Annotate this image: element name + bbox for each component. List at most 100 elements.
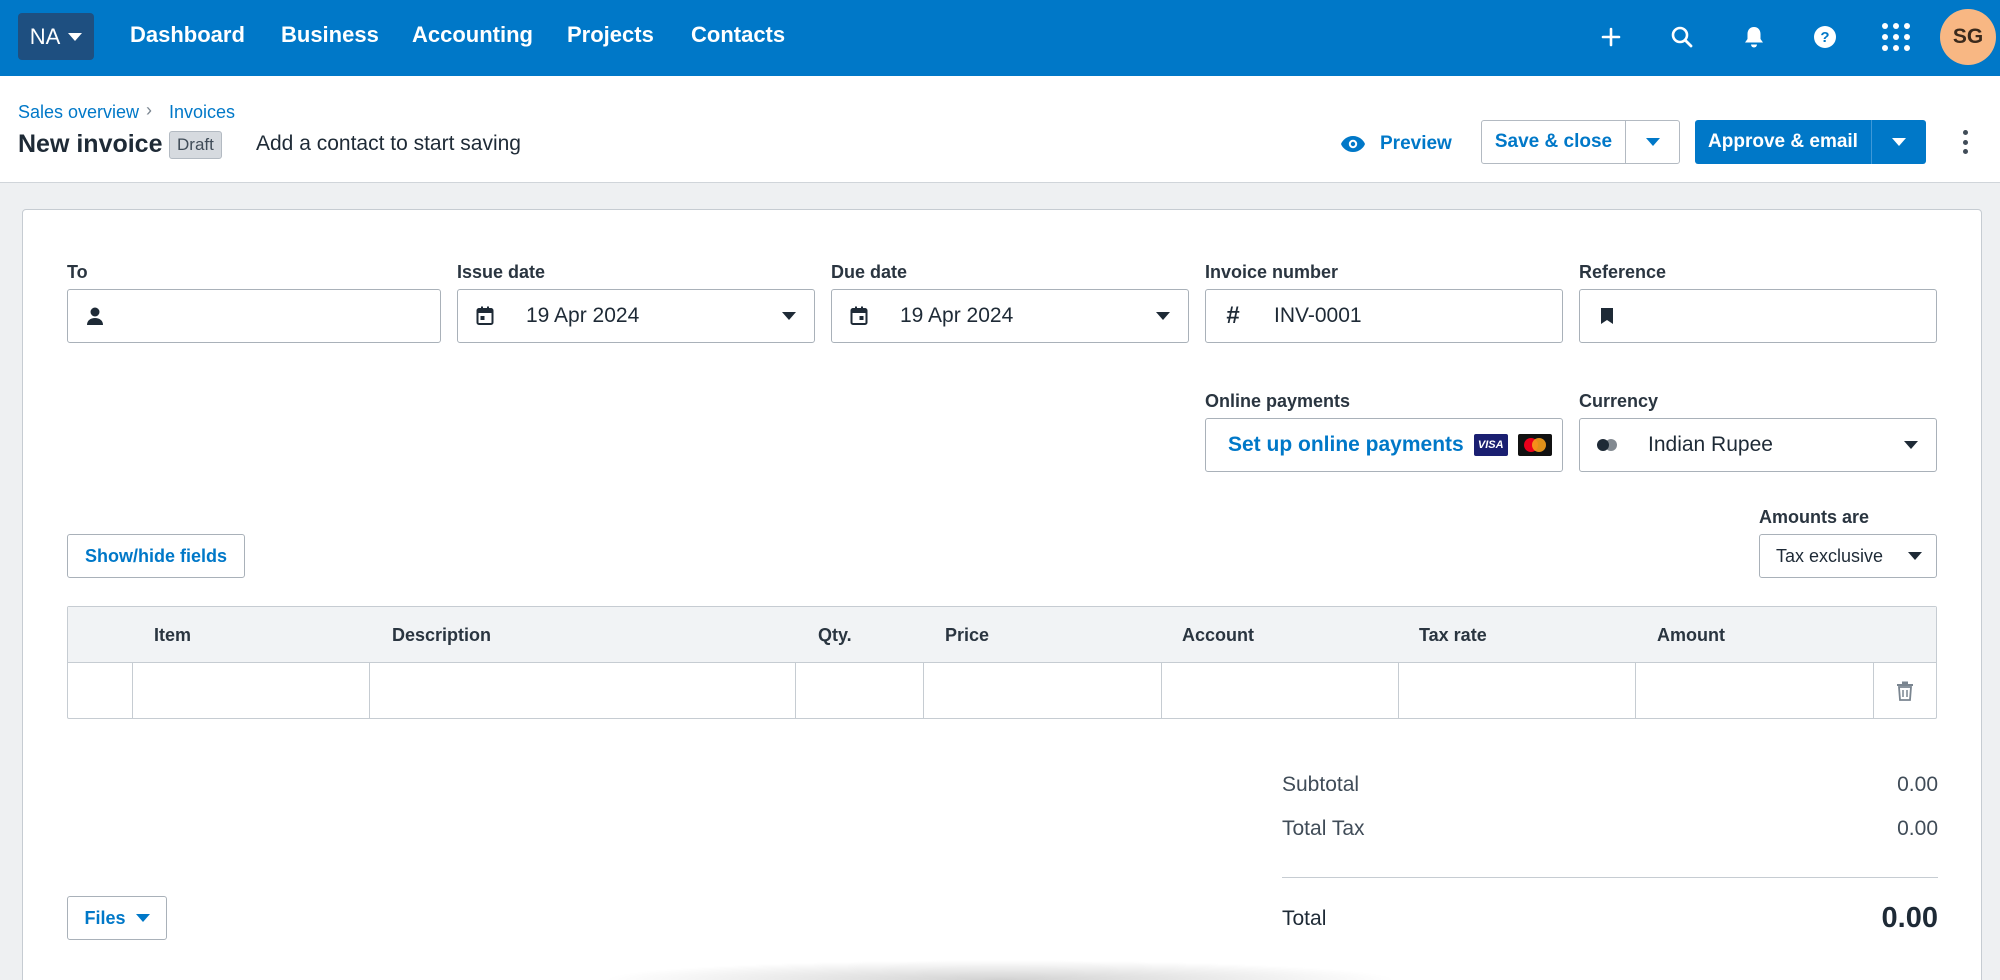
description-cell[interactable] xyxy=(370,663,796,719)
approve-options-dropdown[interactable] xyxy=(1872,120,1926,164)
total-value: 0.00 xyxy=(1881,902,1938,934)
status-badge: Draft xyxy=(169,131,222,159)
subtotal-value: 0.00 xyxy=(1897,773,1938,796)
table-header: Item Description Qty. Price Account Tax … xyxy=(68,607,1936,663)
eye-icon xyxy=(1341,136,1365,152)
invoice-number-value: INV-0001 xyxy=(1274,304,1362,327)
user-avatar[interactable]: SG xyxy=(1940,9,1996,65)
amount-cell[interactable] xyxy=(1636,663,1874,719)
page-header: Sales overview › Invoices New invoice Dr… xyxy=(0,76,2000,183)
currency-label: Currency xyxy=(1579,391,1659,411)
plus-icon[interactable] xyxy=(1594,20,1628,54)
hash-icon: # xyxy=(1226,302,1240,329)
save-close-button[interactable]: Save & close xyxy=(1482,121,1626,163)
currency-select[interactable]: Indian Rupee xyxy=(1579,418,1937,472)
column-qty: Qty. xyxy=(818,625,852,645)
online-payments-label: Online payments xyxy=(1205,391,1351,411)
total-tax-value: 0.00 xyxy=(1897,817,1938,840)
trash-icon[interactable] xyxy=(1874,663,1936,719)
svg-text:?: ? xyxy=(1820,29,1829,46)
preview-label: Preview xyxy=(1380,133,1452,154)
total-tax-label: Total Tax xyxy=(1282,817,1365,840)
item-cell[interactable] xyxy=(133,663,370,719)
issue-date-field[interactable]: 19 Apr 2024 xyxy=(457,289,815,343)
drag-handle-cell[interactable] xyxy=(68,663,133,719)
due-date-label: Due date xyxy=(831,262,908,282)
approve-email-split-button: Approve & email xyxy=(1695,120,1926,164)
search-icon[interactable] xyxy=(1665,20,1699,54)
currency-value: Indian Rupee xyxy=(1648,433,1773,456)
chevron-down-icon xyxy=(764,312,814,320)
chevron-down-icon xyxy=(1645,138,1660,146)
total-label: Total xyxy=(1282,907,1327,930)
preview-button[interactable]: Preview xyxy=(1340,126,1452,162)
save-close-split-button: Save & close xyxy=(1481,120,1680,164)
issue-date-value: 19 Apr 2024 xyxy=(526,304,640,327)
invoice-number-field[interactable]: # INV-0001 xyxy=(1205,289,1563,343)
chevron-down-icon xyxy=(1892,138,1906,146)
account-cell[interactable] xyxy=(1162,663,1399,719)
organisation-switcher[interactable]: NA xyxy=(18,13,94,60)
chevron-right-icon: › xyxy=(146,100,152,120)
org-initials: NA xyxy=(29,23,61,49)
setup-online-payments-link[interactable]: Set up online payments xyxy=(1228,433,1464,457)
more-options-icon[interactable] xyxy=(1955,128,1975,156)
files-label: Files xyxy=(84,907,126,928)
nav-dashboard[interactable]: Dashboard xyxy=(130,22,245,48)
column-description: Description xyxy=(392,625,492,645)
approve-email-button[interactable]: Approve & email xyxy=(1695,120,1872,164)
files-button[interactable]: Files xyxy=(67,896,167,940)
chevron-down-icon xyxy=(135,914,150,922)
currency-icon xyxy=(1580,438,1634,452)
price-cell[interactable] xyxy=(924,663,1162,719)
chevron-down-icon xyxy=(1886,441,1936,449)
column-item: Item xyxy=(154,625,192,645)
issue-date-label: Issue date xyxy=(457,262,546,282)
calendar-icon xyxy=(832,306,886,326)
chevron-down-icon xyxy=(1138,312,1188,320)
breadcrumb-sales-overview[interactable]: Sales overview xyxy=(18,102,139,123)
nav-contacts[interactable]: Contacts xyxy=(691,22,785,48)
nav-accounting[interactable]: Accounting xyxy=(412,22,533,48)
help-icon[interactable]: ? xyxy=(1808,20,1842,54)
line-items-table: Item Description Qty. Price Account Tax … xyxy=(67,606,1937,719)
reference-label: Reference xyxy=(1579,262,1667,282)
to-label: To xyxy=(67,262,88,282)
reference-field[interactable] xyxy=(1579,289,1937,343)
amex-card-icon xyxy=(1561,434,1562,456)
amounts-are-value: Tax exclusive xyxy=(1776,545,1884,566)
tax-rate-cell[interactable] xyxy=(1399,663,1636,719)
visa-card-icon: VISA xyxy=(1473,434,1508,456)
bookmark-icon xyxy=(1580,307,1634,325)
page-title: New invoice xyxy=(18,130,163,158)
totals-divider xyxy=(1282,877,1938,878)
column-tax-rate: Tax rate xyxy=(1419,625,1487,645)
online-payments-field: Set up online payments VISA xyxy=(1205,418,1563,472)
bell-icon[interactable] xyxy=(1737,20,1771,54)
mastercard-icon xyxy=(1517,434,1552,456)
person-icon xyxy=(68,306,122,326)
amounts-are-select[interactable]: Tax exclusive xyxy=(1759,534,1937,578)
column-account: Account xyxy=(1182,625,1254,645)
save-options-dropdown[interactable] xyxy=(1626,121,1679,163)
save-hint-text: Add a contact to start saving xyxy=(256,132,521,155)
due-date-field[interactable]: 19 Apr 2024 xyxy=(831,289,1189,343)
calendar-icon xyxy=(458,306,512,326)
breadcrumb-invoices[interactable]: Invoices xyxy=(169,102,235,123)
subtotal-label: Subtotal xyxy=(1282,773,1360,796)
chevron-down-icon xyxy=(1894,552,1936,560)
amounts-are-label: Amounts are xyxy=(1759,507,1870,527)
column-amount: Amount xyxy=(1657,625,1725,645)
due-date-value: 19 Apr 2024 xyxy=(900,304,1014,327)
nav-projects[interactable]: Projects xyxy=(567,22,654,48)
table-row xyxy=(68,663,1936,719)
to-contact-field[interactable] xyxy=(67,289,441,343)
nav-business[interactable]: Business xyxy=(281,22,379,48)
invoice-number-label: Invoice number xyxy=(1205,262,1339,282)
show-hide-fields-button[interactable]: Show/hide fields xyxy=(67,534,245,578)
qty-cell[interactable] xyxy=(796,663,924,719)
chevron-down-icon xyxy=(68,32,83,41)
column-price: Price xyxy=(945,625,990,645)
top-navigation-bar: NA Dashboard Business Accounting Project… xyxy=(0,0,2000,76)
apps-grid-icon[interactable] xyxy=(1879,20,1913,54)
